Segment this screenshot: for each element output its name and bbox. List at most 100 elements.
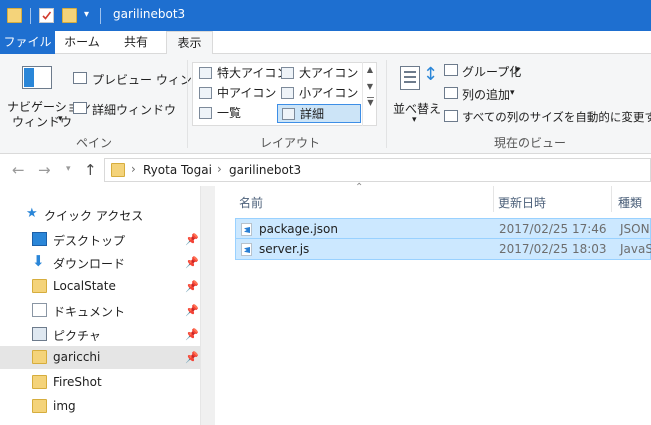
sort-by-button[interactable]: ↕ 並べ替え ▾ xyxy=(392,58,442,125)
medium-icons-icon xyxy=(199,87,212,99)
nav-item-pictures[interactable]: ピクチャ 📌 xyxy=(0,323,200,346)
preview-pane-icon xyxy=(73,72,87,84)
group-by-button[interactable]: グループ化 ▾ xyxy=(444,62,534,80)
nav-item-label: FireShot xyxy=(53,375,102,389)
divider xyxy=(386,60,387,148)
add-columns-label: 列の追加 xyxy=(462,88,511,102)
nav-item-label: garicchi xyxy=(53,350,101,364)
large-icons-label: 大アイコン xyxy=(299,66,359,80)
large-icons-icon xyxy=(281,67,294,79)
back-icon[interactable]: ← xyxy=(12,161,25,179)
pin-icon[interactable]: 📌 xyxy=(185,351,199,364)
folder-icon xyxy=(32,279,47,293)
recent-locations-icon[interactable]: ▾ xyxy=(66,164,71,174)
nav-item-localstate[interactable]: LocalState 📌 xyxy=(0,275,200,298)
address-bar[interactable]: › Ryota Togai › garilinebot3 xyxy=(104,158,651,182)
add-columns-icon xyxy=(444,87,458,99)
small-icons-icon xyxy=(281,87,294,99)
file-date: 2017/02/25 17:46 xyxy=(499,222,607,236)
folder-icon xyxy=(32,350,47,364)
tab-file[interactable]: ファイル xyxy=(0,31,55,54)
tab-share[interactable]: 共有 xyxy=(111,31,161,54)
medium-icons-option[interactable]: 中アイコン xyxy=(195,84,277,103)
add-columns-button[interactable]: 列の追加 ▾ xyxy=(444,85,534,103)
details-pane-button[interactable]: 詳細ウィンドウ xyxy=(73,99,183,117)
current-view-group-label: 現在のビュー xyxy=(493,136,566,150)
large-icons-option[interactable]: 大アイコン xyxy=(277,64,359,83)
chevron-right-icon[interactable]: › xyxy=(217,162,222,176)
tab-home[interactable]: ホーム xyxy=(57,31,107,54)
column-header-name[interactable]: 名前 xyxy=(239,194,263,211)
preview-pane-button[interactable]: プレビュー ウィンドウ xyxy=(73,69,216,87)
size-all-columns-button[interactable]: すべての列のサイズを自動的に変更する xyxy=(444,108,651,126)
properties-icon[interactable] xyxy=(39,8,54,23)
file-type: JavaSc xyxy=(620,242,651,256)
scroll-down-icon[interactable]: ▼ xyxy=(363,82,377,91)
nav-scrollbar[interactable] xyxy=(200,186,215,425)
list-option[interactable]: 一覧 xyxy=(195,104,275,123)
file-row[interactable]: package.json 2017/02/25 17:46 JSON xyxy=(235,218,651,240)
navigation-pane-icon xyxy=(22,66,52,89)
chevron-right-icon[interactable]: › xyxy=(131,162,136,176)
details-pane-label: 詳細ウィンドウ xyxy=(92,103,177,117)
gallery-scroll[interactable]: ▲ ▼ ▼ xyxy=(362,62,377,126)
folder-icon xyxy=(111,163,125,177)
pin-icon[interactable]: 📌 xyxy=(185,280,199,293)
small-icons-label: 小アイコン xyxy=(299,86,359,100)
nav-item-label: ピクチャ xyxy=(53,329,101,343)
size-all-columns-label: すべての列のサイズを自動的に変更する xyxy=(462,110,651,124)
small-icons-option[interactable]: 小アイコン xyxy=(277,84,359,103)
medium-icons-label: 中アイコン xyxy=(217,86,277,100)
nav-item-img[interactable]: img xyxy=(0,395,200,418)
address-row: ← → ▾ ↑ › Ryota Togai › garilinebot3 xyxy=(0,154,651,186)
column-divider[interactable] xyxy=(493,186,494,212)
navigation-pane-label-2: ウィンドウ xyxy=(12,115,73,129)
sort-ascending-icon: ⌃ xyxy=(355,182,364,193)
details-pane-icon xyxy=(73,102,87,114)
sort-by-label: 並べ替え xyxy=(393,102,442,116)
breadcrumb-item[interactable]: Ryota Togai xyxy=(143,163,212,177)
new-folder-icon[interactable] xyxy=(62,8,77,23)
forward-icon[interactable]: → xyxy=(38,161,51,179)
pin-icon[interactable]: 📌 xyxy=(185,304,199,317)
sort-arrow-icon: ↕ xyxy=(423,64,439,85)
up-icon[interactable]: ↑ xyxy=(84,161,97,179)
layout-group-label: レイアウト xyxy=(259,136,320,150)
layout-gallery: 特大アイコン 大アイコン 中アイコン 小アイコン 一覧 詳細 xyxy=(192,62,377,126)
nav-item-fireshot[interactable]: FireShot xyxy=(0,371,200,394)
pin-icon[interactable]: 📌 xyxy=(185,256,199,269)
column-header-type[interactable]: 種類 xyxy=(618,194,642,211)
ribbon-tabs: ファイル ホーム 共有 表示 xyxy=(0,31,651,55)
chevron-down-icon: ▾ xyxy=(515,65,520,75)
nav-item-label: LocalState xyxy=(53,279,116,293)
chevron-down-icon: ▾ xyxy=(58,114,63,124)
breadcrumb-item[interactable]: garilinebot3 xyxy=(229,163,301,177)
extra-large-icons-option[interactable]: 特大アイコン xyxy=(195,64,288,83)
pin-icon[interactable]: 📌 xyxy=(185,233,199,246)
customize-quick-access-icon[interactable]: ▾ xyxy=(84,9,89,20)
file-name: server.js xyxy=(259,242,310,256)
pictures-icon xyxy=(32,327,47,341)
navigation-pane-button[interactable]: ナビゲーション ウィンドウ ▾ xyxy=(6,56,91,129)
nav-item-garicchi[interactable]: garicchi 📌 xyxy=(0,346,200,369)
nav-item-downloads[interactable]: ⬇ ダウンロード 📌 xyxy=(0,251,200,274)
expand-gallery-icon[interactable]: ▼ xyxy=(367,97,374,107)
column-divider[interactable] xyxy=(611,186,612,212)
file-row[interactable]: server.js 2017/02/25 18:03 JavaSc xyxy=(235,238,651,260)
document-icon xyxy=(32,303,47,317)
nav-item-label: img xyxy=(53,399,76,413)
column-header-date[interactable]: 更新日時 xyxy=(498,194,546,211)
tab-view[interactable]: 表示 xyxy=(166,31,213,55)
nav-item-documents[interactable]: ドキュメント 📌 xyxy=(0,299,200,322)
quick-access-label: クイック アクセス xyxy=(44,209,144,223)
file-date: 2017/02/25 18:03 xyxy=(499,242,607,256)
pin-icon[interactable]: 📌 xyxy=(185,328,199,341)
details-option[interactable]: 詳細 xyxy=(277,104,361,123)
divider xyxy=(187,60,188,148)
scroll-up-icon[interactable]: ▲ xyxy=(363,65,377,74)
list-icon xyxy=(199,107,212,119)
folder-icon xyxy=(32,375,47,389)
file-name: package.json xyxy=(259,222,339,236)
nav-item-desktop[interactable]: デスクトップ 📌 xyxy=(0,228,200,251)
quick-access[interactable]: ★ クイック アクセス xyxy=(0,204,200,226)
